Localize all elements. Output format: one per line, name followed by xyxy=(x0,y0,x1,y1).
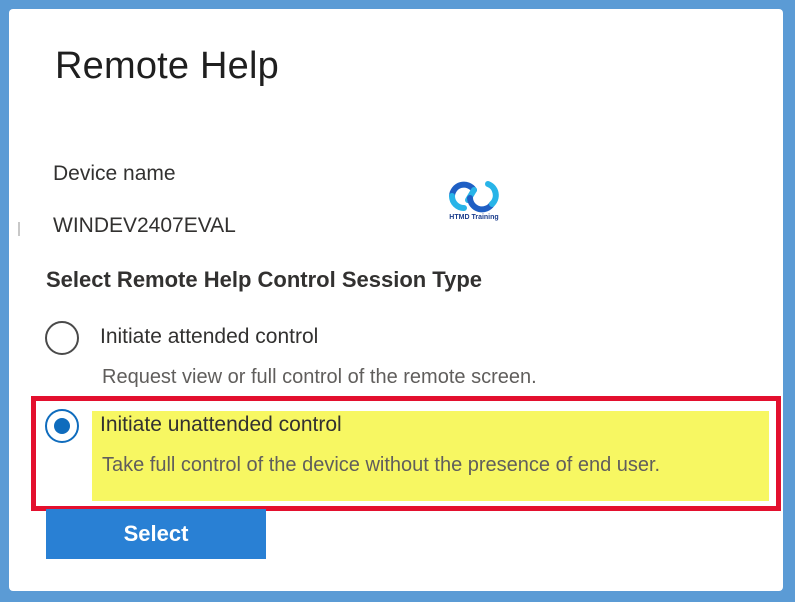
device-name-label: Device name xyxy=(53,162,176,185)
logo-text: HTMD Training xyxy=(449,214,499,221)
attended-control-label[interactable]: Initiate attended control xyxy=(100,325,318,349)
device-name-value: WINDEV2407EVAL xyxy=(53,214,236,237)
htmd-logo-icon xyxy=(449,181,499,213)
attended-control-description: Request view or full control of the remo… xyxy=(102,366,537,388)
scroll-edge-mark xyxy=(18,222,20,236)
remote-help-panel: Remote Help Device name WINDEV2407EVAL H… xyxy=(9,9,783,591)
page-title: Remote Help xyxy=(55,45,279,87)
attended-control-radio[interactable] xyxy=(45,321,79,355)
htmd-training-logo: HTMD Training xyxy=(442,172,506,228)
select-button[interactable]: Select xyxy=(46,509,266,559)
annotation-red-box xyxy=(31,396,781,511)
section-title: Select Remote Help Control Session Type xyxy=(46,267,483,292)
